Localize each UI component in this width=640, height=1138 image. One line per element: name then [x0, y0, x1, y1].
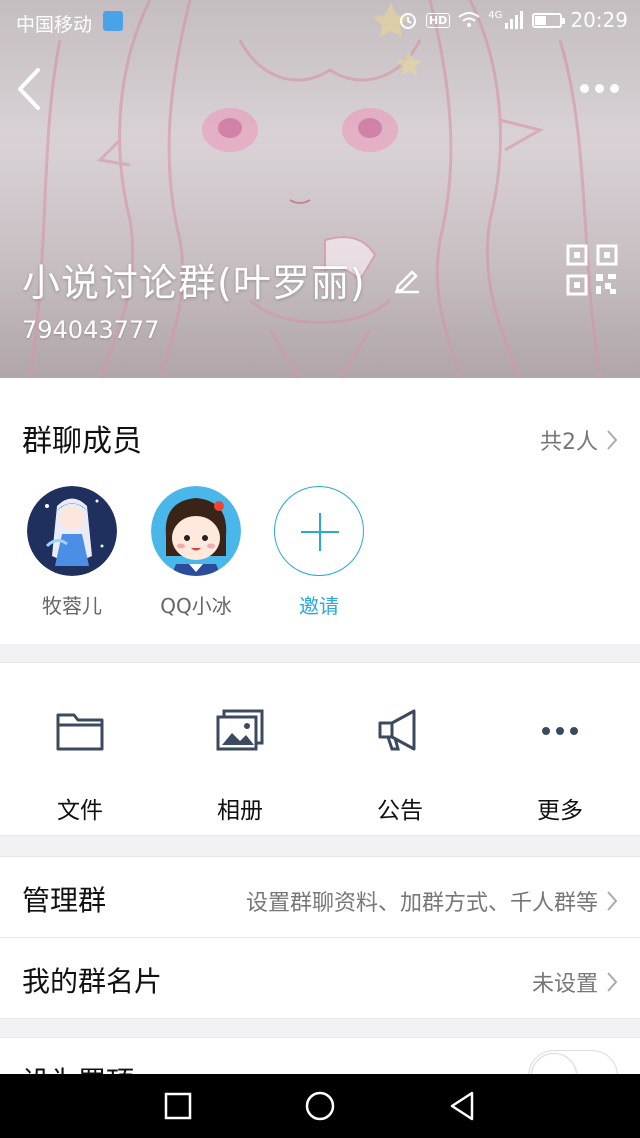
group-name: 小说讨论群(叶罗丽) [22, 261, 366, 305]
more-options-button[interactable] [580, 76, 624, 100]
qr-code-icon[interactable] [566, 244, 618, 296]
chevron-right-icon [607, 972, 618, 992]
settings-list: 管理群 设置群聊资料、加群方式、千人群等 我的群名片 未设置 [0, 856, 640, 1019]
members-count[interactable]: 共2人 [540, 424, 618, 456]
wifi-icon [458, 12, 480, 27]
member-item[interactable]: QQ小冰 [151, 486, 241, 619]
invite-label: 邀请 [299, 594, 339, 618]
tool-label: 公告 [377, 798, 423, 824]
row-label: 我的群名片 [22, 965, 163, 998]
clock: 20:29 [570, 8, 628, 32]
megaphone-icon [378, 709, 416, 751]
system-nav-bar [0, 1074, 640, 1138]
chevron-right-icon [607, 430, 618, 450]
members-count-label: 共2人 [540, 430, 598, 455]
row-value: 设置群聊资料、加群方式、千人群等 [246, 885, 618, 917]
chevron-right-icon [607, 891, 618, 911]
status-icons: HD 4G 20:29 [398, 8, 628, 32]
hd-badge: HD [425, 12, 451, 28]
group-number: 794043777 [22, 316, 160, 344]
group-header: 中国移动 HD 4G 20:29 小说讨论群(叶罗丽) 794043777 [0, 0, 640, 378]
row-value-text: 未设置 [531, 972, 598, 997]
album-icon [216, 709, 264, 751]
member-name: 牧蓉儿 [42, 594, 102, 618]
invite-button[interactable]: 邀请 [274, 486, 364, 619]
manage-group-row[interactable]: 管理群 设置群聊资料、加群方式、千人群等 [0, 857, 640, 938]
members-section: 群聊成员 共2人 牧蓉儿 QQ小冰 邀请 [0, 378, 640, 644]
member-name: QQ小冰 [160, 594, 232, 618]
avatar [151, 486, 241, 576]
row-label: 管理群 [22, 884, 107, 917]
tool-label: 相册 [217, 798, 263, 824]
edit-icon[interactable] [392, 264, 422, 294]
members-title: 群聊成员 [22, 424, 142, 459]
tool-label: 更多 [537, 798, 583, 824]
more-dots-icon [542, 727, 578, 735]
hotspot-icon [103, 11, 123, 31]
alarm-icon [399, 13, 416, 29]
tool-label: 文件 [57, 798, 103, 824]
row-value: 未设置 [532, 966, 618, 998]
folder-icon [56, 713, 104, 751]
avatar [27, 486, 117, 576]
status-bar: 中国移动 HD 4G 20:29 [0, 0, 640, 44]
tool-announcement[interactable]: 公告 [340, 705, 460, 825]
tools-grid: 文件 相册 公告 更多 [0, 662, 640, 836]
row-value-text: 设置群聊资料、加群方式、千人群等 [245, 891, 598, 916]
tool-more[interactable]: 更多 [500, 705, 620, 825]
back-nav-icon[interactable] [446, 1090, 478, 1122]
tool-files[interactable]: 文件 [20, 705, 140, 825]
tool-album[interactable]: 相册 [180, 705, 300, 825]
recent-apps-icon[interactable] [162, 1090, 194, 1122]
group-card-row[interactable]: 我的群名片 未设置 [0, 938, 640, 1019]
carrier-name: 中国移动 [16, 14, 93, 36]
battery-icon [532, 12, 566, 28]
home-icon[interactable] [304, 1090, 336, 1122]
member-item[interactable]: 牧蓉儿 [27, 486, 117, 619]
back-icon[interactable] [14, 66, 44, 112]
signal-icon [505, 11, 524, 29]
plus-icon [274, 486, 364, 576]
network-type: 4G [488, 9, 503, 21]
